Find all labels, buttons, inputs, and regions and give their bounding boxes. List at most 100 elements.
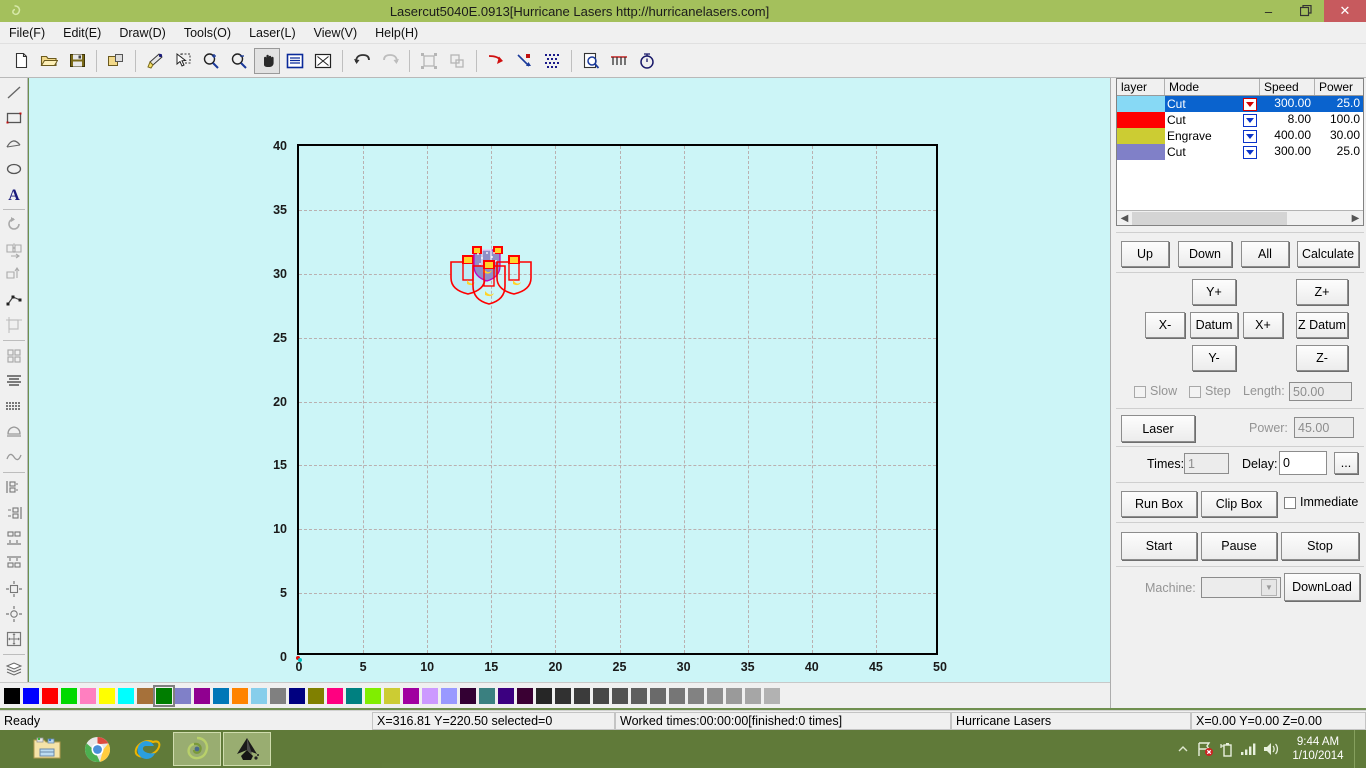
paint-brush-icon[interactable] [142, 48, 168, 74]
palette-swatch[interactable] [555, 687, 571, 704]
volume-icon[interactable] [1260, 735, 1282, 763]
align-center-vertical-icon[interactable] [1, 576, 27, 601]
menu-help[interactable]: Help(H) [366, 24, 427, 42]
jog-x-minus-button[interactable]: X- [1145, 312, 1185, 338]
distribute-icon[interactable] [1, 626, 27, 651]
layer-speed-cell[interactable]: 400.00 [1260, 128, 1315, 144]
ellipse-tool-icon[interactable] [1, 156, 27, 181]
palette-swatch[interactable] [631, 687, 647, 704]
palette-swatch[interactable] [99, 687, 115, 704]
layer-mode-cell[interactable]: Cut [1165, 144, 1260, 160]
palette-swatch[interactable] [4, 687, 20, 704]
calculate-button[interactable]: Calculate [1297, 241, 1359, 267]
layer-speed-cell[interactable]: 300.00 [1260, 144, 1315, 160]
zoom-out-icon[interactable] [226, 48, 252, 74]
stop-button[interactable]: Stop [1281, 532, 1359, 560]
machine-select[interactable]: ▼ [1201, 577, 1281, 598]
palette-swatch[interactable] [232, 687, 248, 704]
taskbar-inkscape[interactable] [223, 732, 271, 766]
layer-color-swatch[interactable] [1117, 144, 1165, 160]
line-tool-icon[interactable] [1, 80, 27, 105]
palette-swatch[interactable] [726, 687, 742, 704]
crop-icon[interactable] [1, 313, 27, 338]
text-tool-icon[interactable]: A [1, 181, 27, 206]
fit-selection-icon[interactable] [310, 48, 336, 74]
palette-swatch[interactable] [61, 687, 77, 704]
open-folder-icon[interactable] [36, 48, 62, 74]
show-desktop-button[interactable] [1354, 730, 1362, 768]
table-row[interactable]: Cut 300.00 25.0 [1117, 96, 1363, 112]
align-center-horizontal-icon[interactable] [1, 601, 27, 626]
taskbar-lasercut[interactable] [173, 732, 221, 766]
node-edit-icon[interactable] [511, 48, 537, 74]
bitmap-icon[interactable] [1, 394, 27, 419]
layer-speed-cell[interactable]: 8.00 [1260, 112, 1315, 128]
palette-swatch[interactable] [650, 687, 666, 704]
jog-z-plus-button[interactable]: Z+ [1296, 279, 1348, 305]
palette-swatch[interactable] [194, 687, 210, 704]
palette-swatch[interactable] [153, 684, 175, 707]
jog-z-minus-button[interactable]: Z- [1296, 345, 1348, 371]
timer-icon[interactable] [634, 48, 660, 74]
layer-mode-cell[interactable]: Cut [1165, 96, 1260, 112]
rotate-icon[interactable] [1, 212, 27, 237]
table-row[interactable]: Cut 8.00 100.0 [1117, 112, 1363, 128]
chevron-down-icon[interactable]: ▼ [1261, 579, 1277, 596]
color-palette[interactable] [0, 682, 1110, 708]
step-checkbox[interactable] [1189, 386, 1201, 398]
chevron-down-icon[interactable] [1243, 98, 1257, 111]
all-button[interactable]: All [1241, 241, 1289, 267]
palette-swatch[interactable] [384, 687, 400, 704]
start-button[interactable]: Start [1121, 532, 1197, 560]
ungroup-icon[interactable] [444, 48, 470, 74]
palette-swatch[interactable] [80, 687, 96, 704]
palette-swatch[interactable] [498, 687, 514, 704]
down-button[interactable]: Down [1178, 241, 1232, 267]
drawing-canvas[interactable]: 0 5 10 15 20 25 30 35 40 45 50 0 5 10 15… [29, 78, 1110, 682]
palette-swatch[interactable] [574, 687, 590, 704]
palette-swatch[interactable] [517, 687, 533, 704]
rectangle-tool-icon[interactable] [1, 105, 27, 130]
jog-y-minus-button[interactable]: Y- [1192, 345, 1236, 371]
show-hidden-icons-icon[interactable] [1172, 735, 1194, 763]
menu-tools[interactable]: Tools(O) [175, 24, 240, 42]
taskbar-file-explorer[interactable] [23, 732, 71, 766]
delay-input[interactable]: 0 [1279, 451, 1327, 475]
layer-table[interactable]: layer Mode Speed Power Cut 300.00 25.0 C… [1116, 78, 1364, 226]
close-button[interactable]: ✕ [1324, 0, 1366, 22]
new-file-icon[interactable] [8, 48, 34, 74]
polyline-tool-icon[interactable] [1, 131, 27, 156]
dither-icon[interactable] [539, 48, 565, 74]
chevron-down-icon[interactable] [1243, 130, 1257, 143]
delay-more-button[interactable]: ... [1334, 452, 1358, 474]
palette-swatch[interactable] [669, 687, 685, 704]
immediate-checkbox[interactable] [1284, 497, 1296, 509]
mirror-vertical-icon[interactable] [1, 262, 27, 287]
palette-swatch[interactable] [403, 687, 419, 704]
palette-swatch[interactable] [175, 687, 191, 704]
taskbar-chrome[interactable] [73, 732, 121, 766]
menu-laser[interactable]: Laser(L) [240, 24, 305, 42]
layer-power-cell[interactable]: 25.0 [1315, 96, 1363, 112]
layer-speed-cell[interactable]: 300.00 [1260, 96, 1315, 112]
slow-checkbox[interactable] [1134, 386, 1146, 398]
chevron-right-icon[interactable]: ▶ [1348, 212, 1363, 225]
menu-file[interactable]: File(F) [0, 24, 54, 42]
menu-edit[interactable]: Edit(E) [54, 24, 110, 42]
align-right-icon[interactable] [1, 500, 27, 525]
redo-icon[interactable] [377, 48, 403, 74]
palette-swatch[interactable] [251, 687, 267, 704]
table-row[interactable]: Engrave 400.00 30.00 [1117, 128, 1363, 144]
scrollbar-thumb[interactable] [1132, 211, 1287, 225]
palette-swatch[interactable] [270, 687, 286, 704]
palette-swatch[interactable] [460, 687, 476, 704]
palette-swatch[interactable] [764, 687, 780, 704]
palette-swatch[interactable] [688, 687, 704, 704]
palette-swatch[interactable] [308, 687, 324, 704]
layer-color-swatch[interactable] [1117, 128, 1165, 144]
layer-power-cell[interactable]: 30.00 [1315, 128, 1363, 144]
palette-swatch[interactable] [23, 687, 39, 704]
maximize-button[interactable] [1287, 0, 1324, 22]
times-input[interactable]: 1 [1184, 453, 1229, 474]
align-text-icon[interactable] [1, 368, 27, 393]
